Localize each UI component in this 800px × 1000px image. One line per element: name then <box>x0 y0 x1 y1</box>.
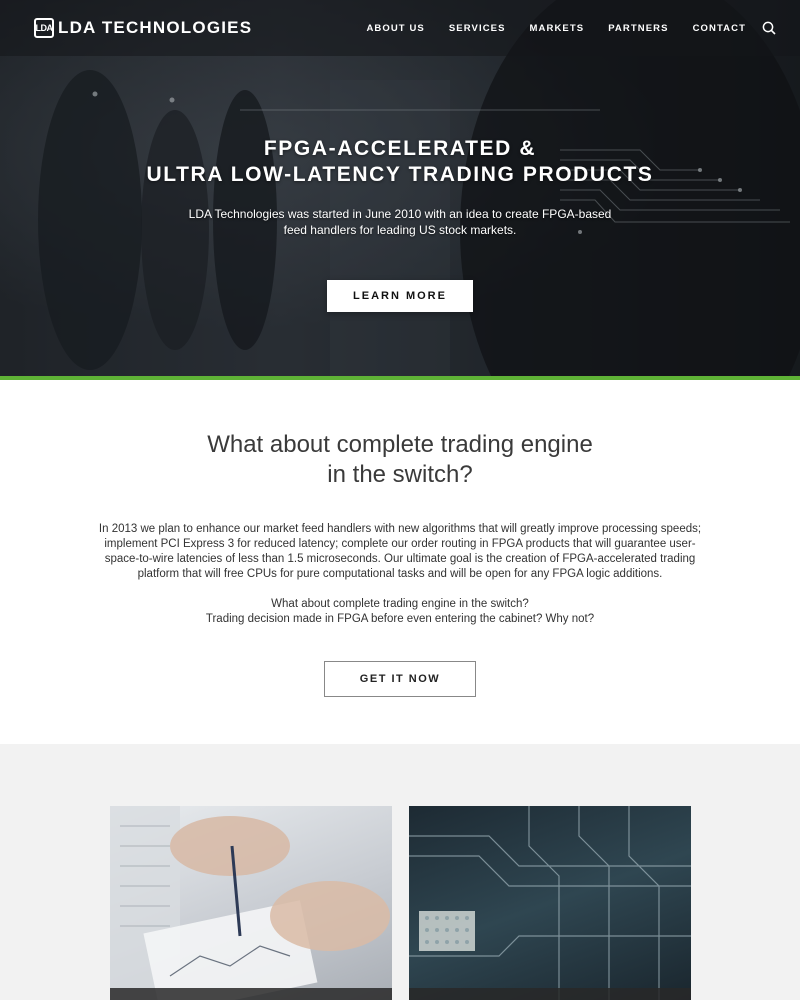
search-icon[interactable] <box>762 21 776 35</box>
learn-more-button[interactable]: LEARN MORE <box>327 280 473 312</box>
hero-title-line-2: ULTRA LOW-LATENCY TRADING PRODUCTS <box>146 163 654 186</box>
nav-link-contact[interactable]: CONTACT <box>693 23 746 34</box>
hero-subtitle: LDA Technologies was started in June 201… <box>188 207 612 237</box>
feature-card-analytics[interactable] <box>110 806 392 1000</box>
hands-with-chart-image <box>110 806 390 1000</box>
circuit-board-image <box>409 806 691 1000</box>
card-caption-strip <box>110 988 392 1000</box>
card-caption-strip <box>409 988 691 1000</box>
feature-cards-section <box>0 744 800 1000</box>
intro-question: What about complete trading engine in th… <box>98 597 702 627</box>
intro-question-line-1: What about complete trading engine in th… <box>271 598 529 610</box>
intro-section: What about complete trading engine in th… <box>0 380 800 744</box>
logo-mark-icon: LDA <box>34 18 54 38</box>
hero-title-line-1: FPGA-ACCELERATED & <box>263 137 537 160</box>
nav-link-services[interactable]: SERVICES <box>449 23 506 34</box>
hero-banner: LDA LDA TECHNOLOGIES ABOUT US SERVICES M… <box>0 0 800 380</box>
get-it-now-button[interactable]: GET IT NOW <box>324 661 476 697</box>
intro-question-line-2: Trading decision made in FPGA before eve… <box>205 613 595 625</box>
hero-accent-bar <box>0 376 800 380</box>
feature-card-hardware[interactable] <box>409 806 691 1000</box>
nav-links: ABOUT US SERVICES MARKETS PARTNERS CONTA… <box>342 21 776 35</box>
nav-link-about-us[interactable]: ABOUT US <box>366 23 424 34</box>
hero-content: FPGA-ACCELERATED & ULTRA LOW-LATENCY TRA… <box>0 136 800 312</box>
nav-link-markets[interactable]: MARKETS <box>530 23 585 34</box>
intro-paragraph: In 2013 we plan to enhance our market fe… <box>98 523 702 580</box>
logo-text: LDA TECHNOLOGIES <box>58 18 253 37</box>
site-logo[interactable]: LDA LDA TECHNOLOGIES <box>34 18 252 38</box>
top-navigation: LDA LDA TECHNOLOGIES ABOUT US SERVICES M… <box>0 0 800 56</box>
hero-title: FPGA-ACCELERATED & ULTRA LOW-LATENCY TRA… <box>0 136 800 188</box>
intro-body: In 2013 we plan to enhance our market fe… <box>98 522 702 627</box>
nav-link-partners[interactable]: PARTNERS <box>608 23 668 34</box>
intro-heading: What about complete trading engine in th… <box>207 431 593 488</box>
